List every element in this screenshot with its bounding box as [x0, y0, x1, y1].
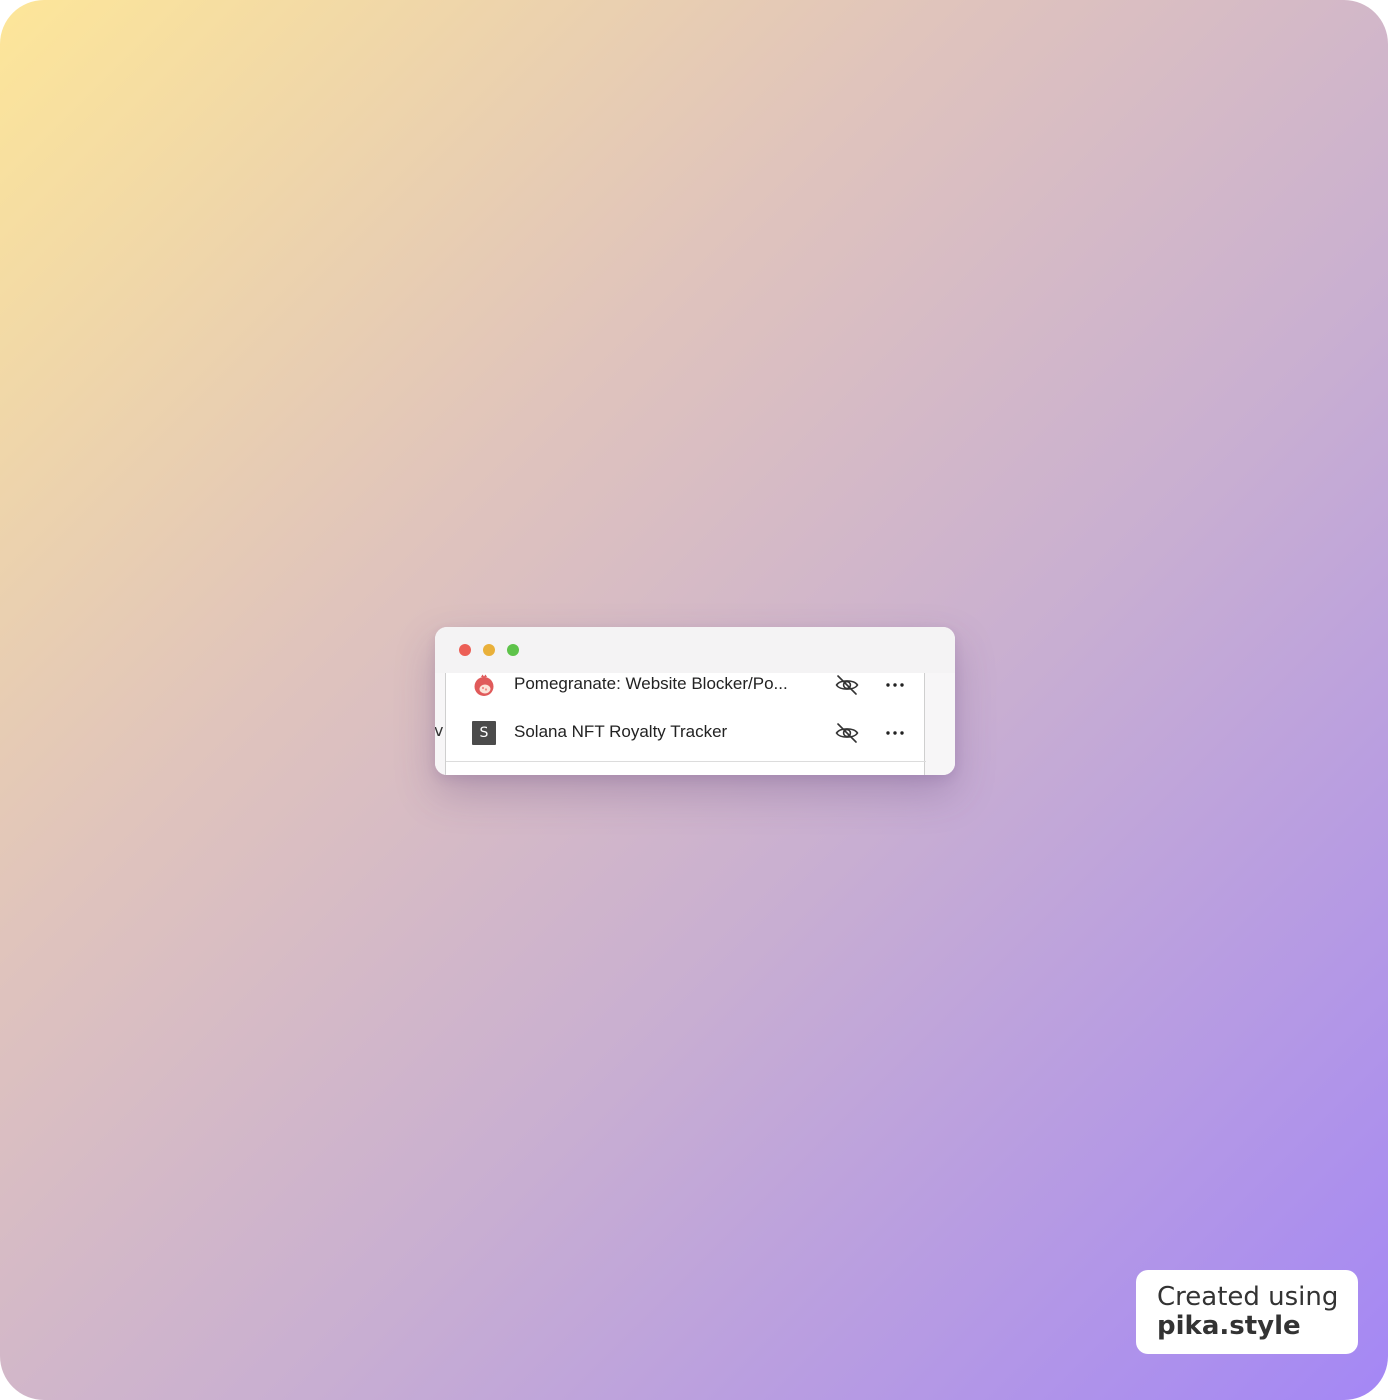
- watermark-badge: Created using pika.style: [1136, 1270, 1358, 1354]
- window-content: vi Pomegranate: Website Blocker/Po...: [435, 673, 955, 775]
- badge-brand: pika.style: [1157, 1311, 1301, 1341]
- eye-off-icon[interactable]: [834, 720, 860, 746]
- s-letter-icon: S: [472, 721, 496, 745]
- pomegranate-icon: [472, 673, 496, 697]
- menu-divider: [446, 761, 926, 762]
- extension-row-solana[interactable]: S Solana NFT Royalty Tracker: [446, 713, 926, 753]
- app-window: vi Pomegranate: Website Blocker/Po...: [435, 627, 955, 775]
- eye-off-icon[interactable]: [834, 672, 860, 698]
- background-text-fragment: vi: [435, 721, 444, 740]
- extensions-menu-panel: Pomegranate: Website Blocker/Po... S Sol…: [445, 673, 926, 775]
- maximize-window-button[interactable]: [507, 644, 519, 656]
- minimize-window-button[interactable]: [483, 644, 495, 656]
- extension-row-pomegranate[interactable]: Pomegranate: Website Blocker/Po...: [446, 665, 926, 705]
- more-horizontal-icon[interactable]: [882, 672, 908, 698]
- extension-name: Pomegranate: Website Blocker/Po...: [514, 674, 788, 693]
- gradient-background: vi Pomegranate: Website Blocker/Po...: [0, 0, 1388, 1400]
- extension-name: Solana NFT Royalty Tracker: [514, 722, 728, 741]
- close-window-button[interactable]: [459, 644, 471, 656]
- badge-caption: Created using: [1157, 1282, 1339, 1312]
- more-horizontal-icon[interactable]: [882, 720, 908, 746]
